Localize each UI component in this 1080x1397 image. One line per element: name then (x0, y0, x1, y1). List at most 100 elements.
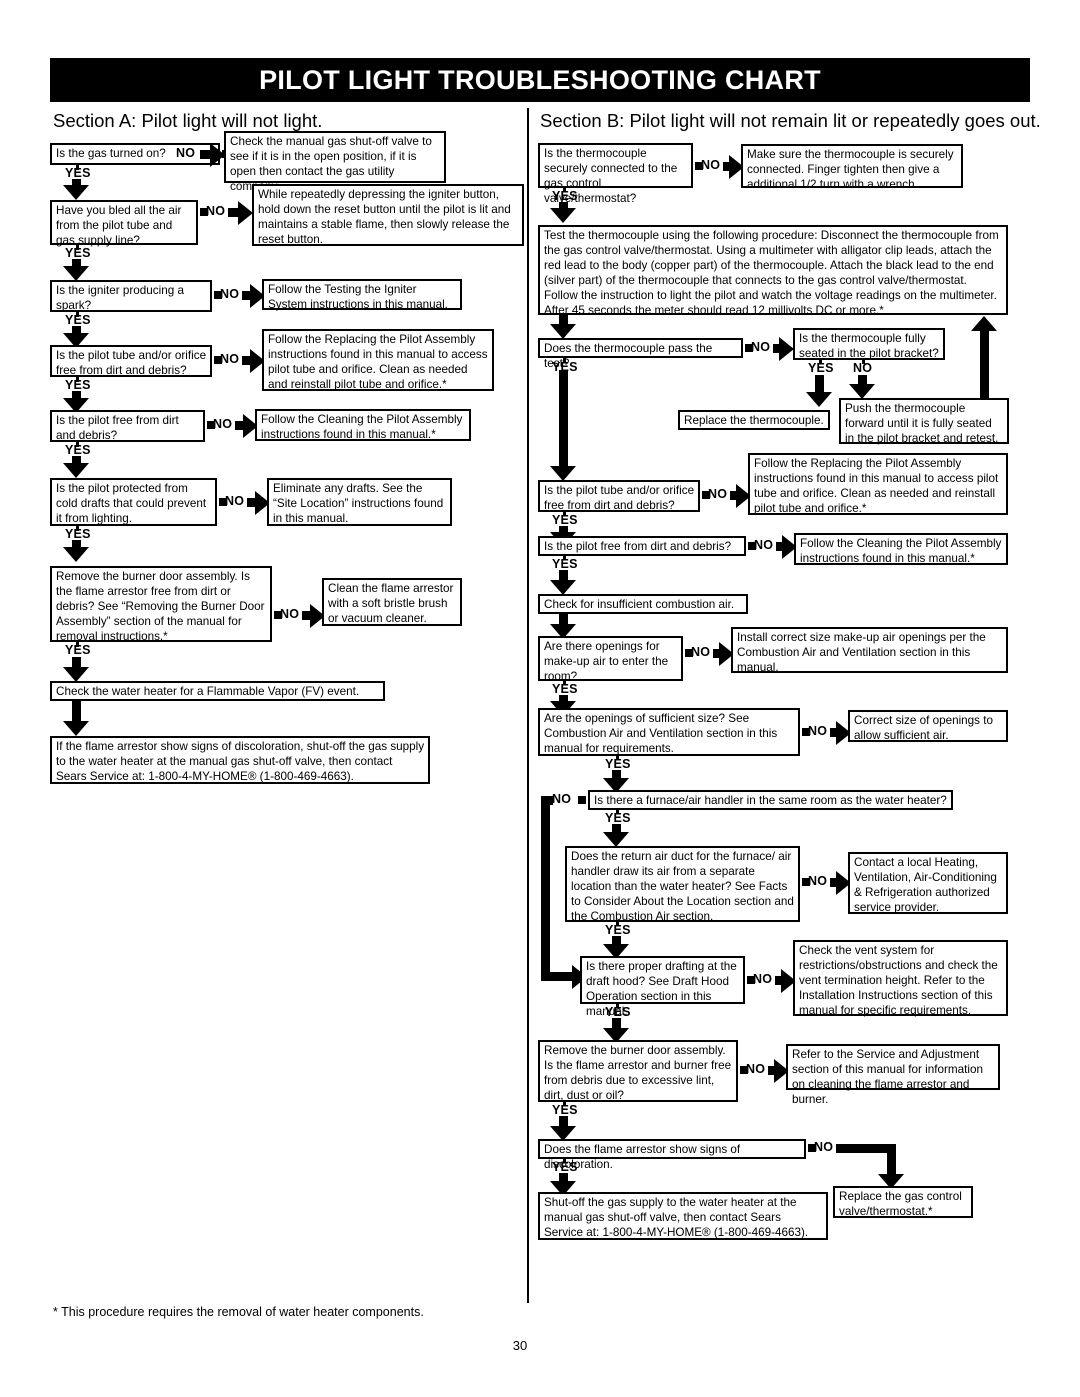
b-question-discoloration: Does the flame arrestor show signs of di… (538, 1139, 806, 1171)
a-check-flammable-vapor: Check the water heater for a Flammable V… (50, 681, 385, 701)
b-question-furnace-same-room: Is there a furnace/air handler in the sa… (588, 790, 953, 810)
b-no-label-8: NO (552, 792, 572, 806)
b-yes-stem-12 (563, 1157, 566, 1163)
a-question-pilot-tube-orifice: Is the pilot tube and/or orifice free fr… (50, 345, 212, 377)
b-action-return-air-duct: Contact a local Heating, Ventilation, Ai… (848, 852, 1008, 914)
b-no-label-1: NO (701, 158, 721, 172)
b-yes-stem-6 (563, 679, 566, 685)
b-question-fully-seated: Is the thermocouple fully seated in the … (793, 328, 945, 360)
page-title-bar: PILOT LIGHT TROUBLESHOOTING CHART (50, 58, 1030, 102)
a-yes-arrowhead-5 (63, 463, 89, 478)
b-retest-feedback-arrowhead (971, 316, 997, 331)
a-question-bled-air: Have you bled all the air from the pilot… (50, 200, 198, 247)
b-test-arrowhead (550, 324, 576, 339)
b-no-label-4: NO (708, 487, 728, 501)
b-action-replace-gas-control: Replace the gas control valve/thermostat… (833, 1186, 973, 1218)
b-yes-stem-4 (563, 510, 566, 516)
b-no-label-10: NO (753, 972, 773, 986)
a-no-label-5: NO (213, 417, 233, 431)
b-pass-yes-shaft (559, 370, 568, 470)
b-question-proper-drafting: Is there proper drafting at the draft ho… (580, 956, 745, 1018)
b-no-label-12: NO (814, 1140, 834, 1154)
a-question-pilot-drafts: Is the pilot protected from cold drafts … (50, 478, 217, 526)
b-action-burner-door: Refer to the Service and Adjustment sect… (786, 1044, 1000, 1106)
b-no-label-9: NO (808, 874, 828, 888)
section-a-heading: Section A: Pilot light will not light. (53, 110, 323, 131)
b-action-replace-thermocouple: Replace the thermocouple. (678, 410, 830, 430)
b-question-pilot-free: Is the pilot free from dirt and debris? (538, 536, 746, 556)
a-yes-arrowhead-7 (63, 667, 89, 682)
a-terminal-action: If the flame arrestor show signs of disc… (50, 736, 430, 784)
b-question-thermocouple-connected: Is the thermocouple securely connected t… (538, 143, 693, 205)
b-no-stub-8 (578, 796, 586, 804)
b-yes-stem-11 (563, 1100, 566, 1106)
b-no-stem-3 (862, 358, 865, 364)
b-action-thermocouple-connected: Make sure the thermocouple is securely c… (741, 144, 963, 191)
b-yes-stem-10 (616, 1002, 619, 1008)
b-no-down-shaft-8 (541, 796, 550, 981)
a-no-label-7: NO (280, 607, 300, 621)
a-no-label-3: NO (220, 287, 240, 301)
a-no-label-4: NO (220, 352, 240, 366)
b-action-push-thermocouple: Push the thermocouple forward until it i… (839, 398, 1009, 445)
a-action-pilot-free-dirt: Follow the Cleaning the Pilot Assembly i… (255, 409, 471, 441)
b-no-label-7: NO (808, 724, 828, 738)
b-no-label-6: NO (691, 645, 711, 659)
a-action-burner-door: Clean the flame arrestor with a soft bri… (322, 578, 462, 626)
b-check-combustion-air: Check for insufficient combustion air. (538, 594, 748, 614)
b-yes-stem-9 (616, 920, 619, 926)
b-replace-arrowhead (806, 392, 832, 407)
section-b-heading: Section B: Pilot light will not remain l… (540, 110, 1041, 131)
b-pass-yes-arrowhead (550, 466, 576, 481)
a-yes-stem-3 (76, 310, 79, 317)
b-terminal-shutoff-action: Shut-off the gas supply to the water hea… (538, 1192, 828, 1240)
a-yes-stem-2 (76, 243, 79, 250)
b-test-procedure: Test the thermocouple using the followin… (538, 225, 1008, 317)
b-no-label-11: NO (746, 1062, 766, 1076)
a-no-label-2: NO (206, 204, 226, 218)
a-question-igniter-spark: Is the igniter producing a spark? (50, 280, 212, 312)
b-question-burner-door: Remove the burner door assembly. Is the … (538, 1040, 738, 1102)
b-question-return-air-duct: Does the return air duct for the furnace… (565, 846, 800, 923)
page-number: 30 (512, 1338, 528, 1353)
b-yes-arrowhead-8 (603, 832, 629, 847)
b-yes-stem-2 (563, 357, 566, 363)
b-action-openings-size: Correct size of openings to allow suffic… (848, 710, 1008, 742)
a-question-burner-door: Remove the burner door assembly. Is the … (50, 566, 272, 643)
a-no-label-6: NO (225, 494, 245, 508)
b-no-label-5: NO (754, 538, 774, 552)
b-question-openings-exist: Are there openings for make-up air to en… (538, 636, 683, 683)
a-action-gas-turned-on: Check the manual gas shut-off valve to s… (224, 131, 446, 193)
b-yes-arrowhead-5 (550, 580, 576, 595)
page-title: PILOT LIGHT TROUBLESHOOTING CHART (259, 64, 821, 95)
b-question-pass-test: Does the thermocouple pass the test? (538, 338, 743, 370)
b-action-openings-exist: Install correct size make-up air opening… (731, 627, 1008, 674)
b-push-arrowhead (849, 384, 875, 399)
b-question-pilot-tube-orifice: Is the pilot tube and/or orifice free fr… (538, 480, 700, 512)
b-action-pilot-tube-orifice: Follow the Replacing the Pilot Assembly … (748, 453, 1008, 515)
b-yes-stem-5 (563, 554, 566, 560)
a-terminal-arrowhead (63, 721, 89, 736)
b-yes-stem-7 (616, 754, 619, 760)
a-no-label-1: NO (176, 146, 196, 160)
a-yes-stem-1 (76, 163, 79, 170)
b-question-openings-size: Are the openings of sufficient size? See… (538, 708, 800, 756)
b-action-proper-drafting: Check the vent system for restrictions/o… (793, 940, 1008, 1017)
b-yes-stem-1 (563, 186, 566, 192)
a-yes-stem-5 (76, 440, 79, 447)
b-yes-stem-8 (616, 808, 619, 814)
b-yes-stem-3 (819, 358, 822, 364)
b-action-pilot-free: Follow the Cleaning the Pilot Assembly i… (794, 533, 1008, 565)
b-no-arrowhead-2 (779, 337, 794, 361)
a-action-igniter-spark: Follow the Testing the Igniter System in… (262, 279, 462, 311)
footnote: * This procedure requires the removal of… (53, 1305, 424, 1319)
b-no-label-2: NO (751, 340, 771, 354)
a-no-arrowhead-1 (210, 143, 225, 167)
a-action-pilot-tube-orifice: Follow the Replacing the Pilot Assembly … (262, 329, 494, 391)
a-action-bled-air: While repeatedly depressing the igniter … (252, 184, 524, 246)
a-no-arrowhead-2 (238, 201, 253, 225)
b-yes-arrowhead-1 (550, 208, 576, 223)
b-no-right-shaft-8 (541, 972, 576, 981)
a-yes-stem-7 (76, 640, 79, 647)
a-yes-stem-4 (76, 375, 79, 382)
